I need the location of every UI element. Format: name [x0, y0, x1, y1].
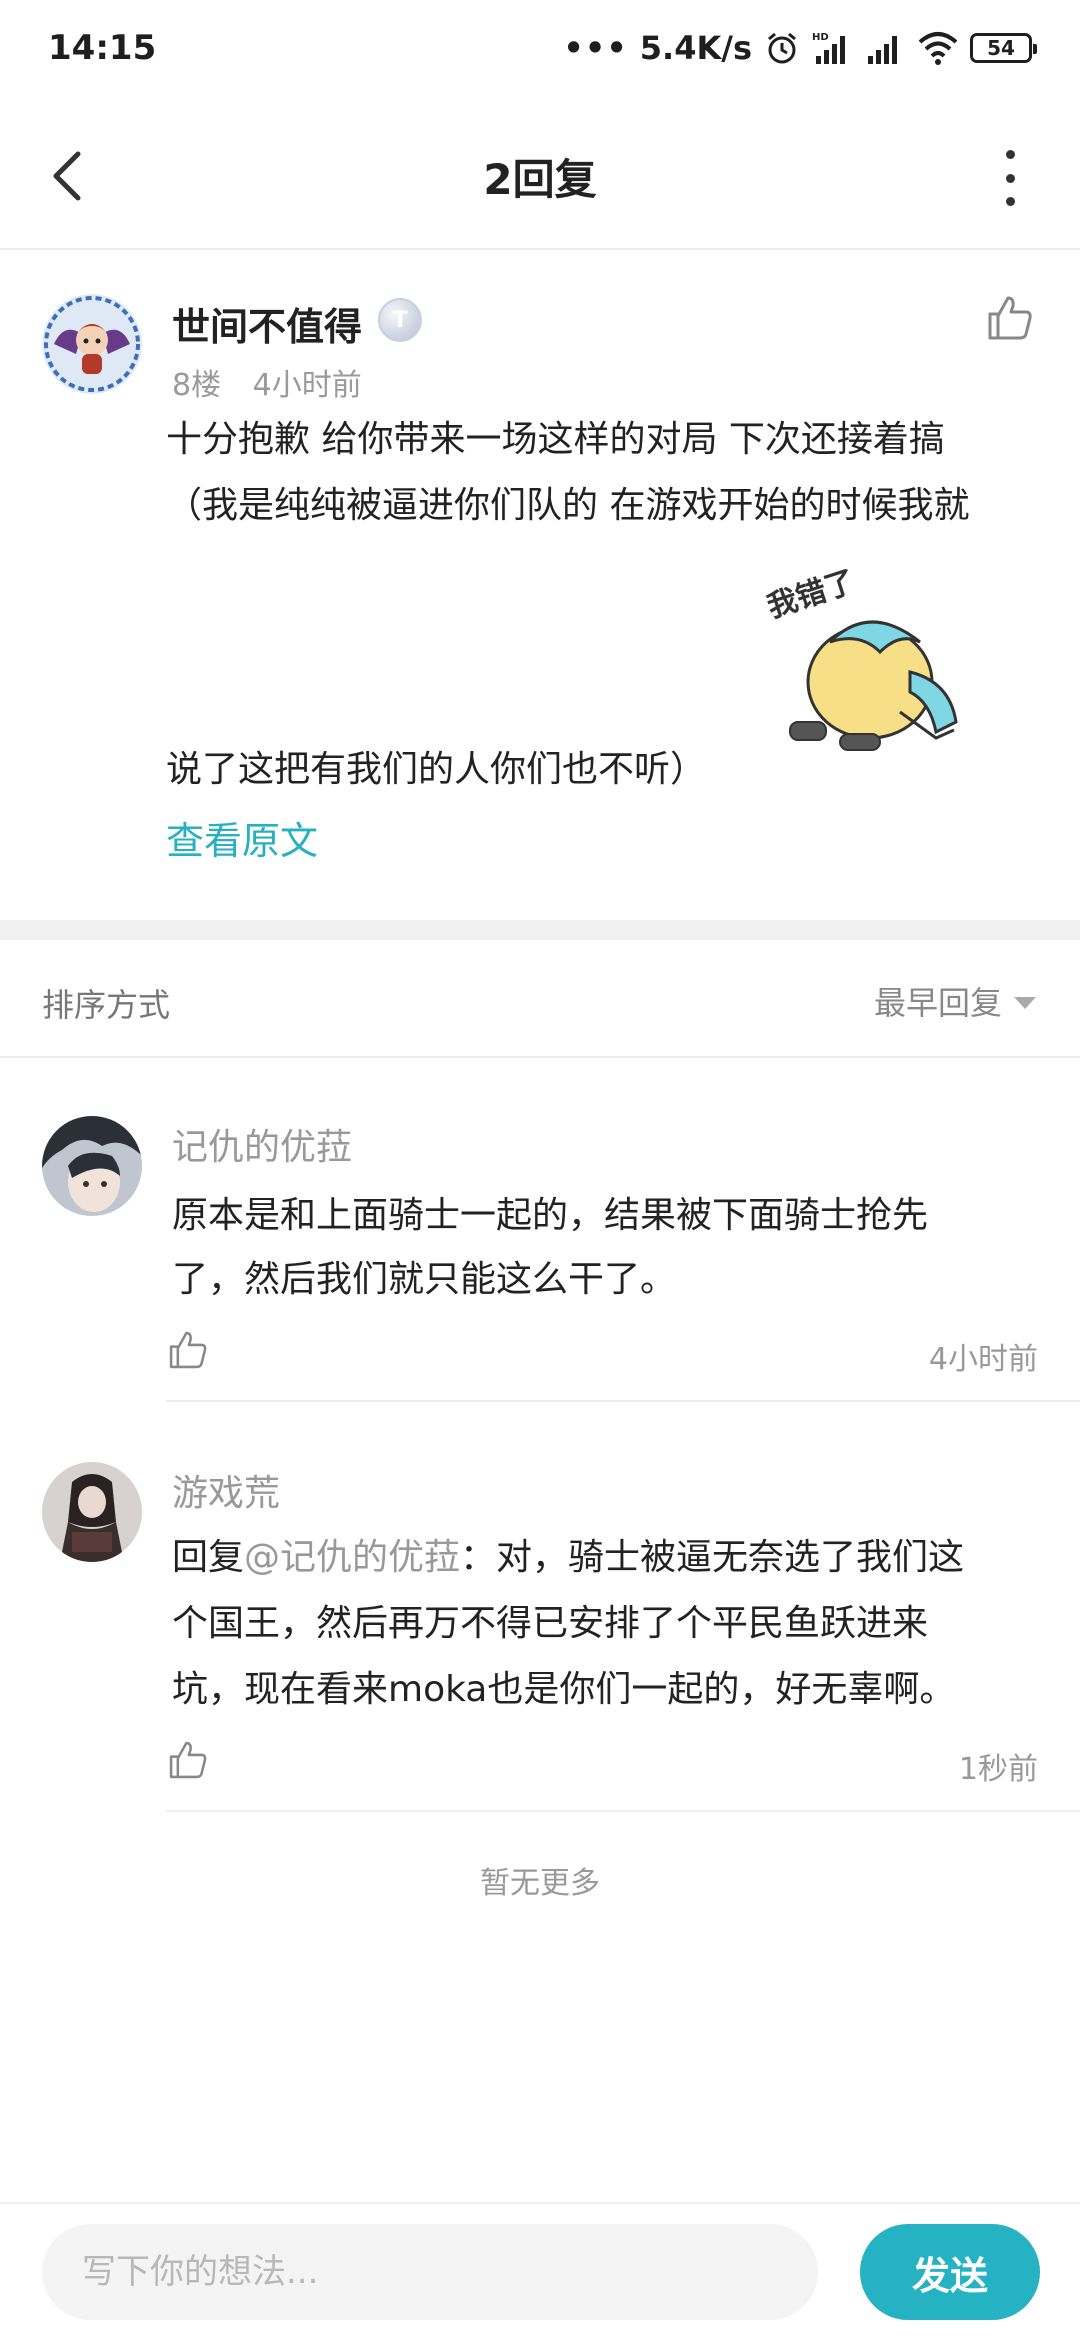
status-dots: •••: [563, 29, 628, 67]
post-time: 4小时前: [252, 368, 362, 403]
reply-text-rest: ：对，骑士被逼无奈选了我们这: [460, 1537, 965, 1578]
view-original-link[interactable]: 查看原文: [166, 810, 318, 865]
battery-icon: 54: [970, 33, 1037, 63]
reply-like-button[interactable]: [166, 1738, 210, 1782]
reply-like-button[interactable]: [166, 1328, 210, 1372]
reply-divider: [166, 1400, 1080, 1402]
sort-selected-value: 最早回复: [873, 984, 1002, 1022]
network-speed: 5.4K/s: [639, 29, 752, 67]
send-button[interactable]: 发送: [860, 2224, 1040, 2320]
reply-text-line-2: 个国王，然后再万不得已安排了个平民鱼跃进来: [172, 1603, 929, 1644]
post-text-line-1: 十分抱歉 给你带来一场这样的对局 下次还接着搞: [166, 419, 945, 460]
reply-avatar[interactable]: [42, 1116, 142, 1216]
post-author-name[interactable]: 世间不值得: [172, 296, 362, 351]
post-text-line-3: 说了这把有我们的人你们也不听）: [166, 749, 707, 790]
section-divider: [0, 920, 1080, 940]
mention-link[interactable]: @记仇的优菈: [244, 1537, 460, 1578]
reply-text-line-1: 回复@记仇的优菈：对，骑士被逼无奈选了我们这: [172, 1528, 964, 1580]
status-icons: ••• 5.4K/s HD 54: [563, 26, 1037, 70]
comment-bar: 发送: [0, 2202, 1080, 2340]
alarm-icon: [764, 30, 800, 66]
more-vertical-icon: [1005, 150, 1015, 159]
sorry-sticker-image: 我错了: [760, 562, 980, 762]
post-meta: 8楼 4小时前: [172, 360, 362, 404]
reply-text-line-2: 了，然后我们就只能这么干了。: [172, 1259, 677, 1300]
status-bar: 14:15 ••• 5.4K/s HD 54: [0, 0, 1080, 100]
top-nav: 2回复: [0, 100, 1080, 250]
post-text-line-2: （我是纯纯被逼进你们队的 在游戏开始的时候我就: [166, 485, 970, 526]
sticker-text: 我错了: [763, 564, 859, 625]
more-button[interactable]: [1000, 150, 1020, 206]
reply-text-line-1: 原本是和上面骑士一起的，结果被下面骑士抢先: [172, 1195, 929, 1236]
reply-text-line-3: 坑，现在看来moka也是你们一起的，好无辜啊。: [172, 1669, 956, 1710]
thumbs-up-icon: [988, 296, 1032, 340]
reply-time: 1秒前: [958, 1752, 1038, 1787]
sort-row: 排序方式 最早回复: [0, 940, 1080, 1058]
thumbs-up-icon: [169, 1741, 207, 1779]
reply-author-name[interactable]: 游戏荒: [172, 1464, 280, 1516]
post-author-avatar[interactable]: [42, 294, 142, 394]
sort-dropdown[interactable]: 最早回复: [874, 978, 1036, 1024]
post-floor: 8楼: [172, 368, 222, 403]
original-post: 世间不值得 T 8楼 4小时前 十分抱歉 给你带来一场这样的对局 下次还接着搞 …: [0, 252, 1080, 920]
reply-prefix: 回复: [172, 1537, 245, 1578]
svg-text:HD: HD: [812, 32, 829, 43]
status-time: 14:15: [48, 28, 157, 68]
post-like-button[interactable]: [984, 292, 1036, 344]
comment-input[interactable]: [42, 2224, 818, 2320]
no-more-text: 暂无更多: [480, 1866, 600, 1901]
caret-down-icon: [1014, 997, 1036, 1009]
page-title: 2回复: [483, 155, 597, 204]
reply-item: 游戏荒 回复@记仇的优菈：对，骑士被逼无奈选了我们这 个国王，然后再万不得已安排…: [0, 1404, 1080, 1814]
wifi-icon: [918, 30, 958, 66]
hd-signal-icon: HD: [812, 30, 854, 66]
level-badge: T: [378, 298, 422, 342]
reply-divider: [166, 1810, 1080, 1812]
signal-icon: [866, 30, 906, 66]
reply-item: 记仇的优菈 原本是和上面骑士一起的，结果被下面骑士抢先 了，然后我们就只能这么干…: [0, 1060, 1080, 1402]
reply-author-name[interactable]: 记仇的优菈: [172, 1118, 352, 1170]
sort-label: 排序方式: [42, 986, 171, 1024]
thumbs-up-icon: [169, 1331, 207, 1369]
reply-time: 4小时前: [928, 1342, 1038, 1377]
reply-avatar[interactable]: [42, 1462, 142, 1562]
battery-level: 54: [987, 36, 1015, 60]
